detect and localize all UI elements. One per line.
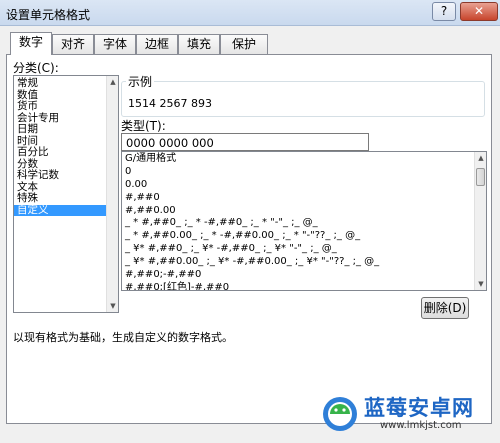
- format-code-item[interactable]: _ ¥* #,##0_ ;_ ¥* -#,##0_ ;_ ¥* "-"_ ;_ …: [122, 243, 486, 256]
- tab-fill[interactable]: 填充: [178, 34, 220, 54]
- format-code-item[interactable]: 0: [122, 166, 486, 179]
- format-list-scrollbar[interactable]: ▲ ▼: [474, 152, 486, 290]
- format-code-item[interactable]: _ * #,##0.00_ ;_ * -#,##0.00_ ;_ * "-"??…: [122, 230, 486, 243]
- format-code-item[interactable]: #,##0;[红色]-#,##0: [122, 282, 486, 290]
- tab-number[interactable]: 数字: [10, 32, 52, 55]
- scroll-up-icon[interactable]: ▲: [476, 153, 486, 163]
- description-text: 以现有格式为基础，生成自定义的数字格式。: [13, 331, 233, 344]
- watermark: 蓝莓安卓网 www.lmkjst.com: [318, 388, 500, 440]
- format-code-item[interactable]: #,##0: [122, 192, 486, 205]
- category-list[interactable]: 常规 数值 货币 会计专用 日期 时间 百分比 分数 科学记数 文本 特殊 自定义 ▲ ▼: [13, 75, 119, 313]
- sample-groupbox: 示例 1514 2567 893: [121, 73, 485, 117]
- category-scrollbar[interactable]: ▲ ▼: [106, 76, 118, 312]
- title-bar: 设置单元格格式 ? ✕: [0, 0, 500, 26]
- number-tab-panel: 分类(C): 常规 数值 货币 会计专用 日期 时间 百分比 分数 科学记数 文本 特殊 自定义 ▲ …: [6, 54, 492, 424]
- tab-alignment[interactable]: 对齐: [52, 34, 94, 54]
- format-code-item[interactable]: G/通用格式: [122, 153, 486, 166]
- category-item[interactable]: 常规: [14, 77, 118, 90]
- sample-value: 1514 2567 893: [128, 97, 212, 110]
- window-title: 设置单元格格式: [6, 8, 91, 22]
- format-code-item[interactable]: #,##0;-#,##0: [122, 269, 486, 282]
- scroll-down-icon[interactable]: ▼: [476, 279, 486, 289]
- format-code-item[interactable]: 0.00: [122, 179, 486, 192]
- close-button[interactable]: ✕: [460, 2, 498, 21]
- category-item[interactable]: 货币: [14, 100, 118, 113]
- category-label: 分类(C):: [13, 61, 59, 75]
- type-label: 类型(T):: [121, 119, 166, 133]
- sample-label: 示例: [126, 73, 155, 90]
- tab-font[interactable]: 字体: [94, 34, 136, 54]
- scroll-up-icon[interactable]: ▲: [108, 77, 118, 87]
- watermark-url: www.lmkjst.com: [380, 420, 462, 431]
- help-button[interactable]: ?: [432, 2, 456, 21]
- format-code-item[interactable]: #,##0.00: [122, 205, 486, 218]
- type-input[interactable]: 0000 0000 000: [121, 133, 369, 151]
- category-item[interactable]: 科学记数: [14, 169, 118, 182]
- delete-button[interactable]: 删除(D): [421, 297, 469, 319]
- format-code-item[interactable]: _ * #,##0_ ;_ * -#,##0_ ;_ * "-"_ ;_ @_: [122, 217, 486, 230]
- scroll-down-icon[interactable]: ▼: [108, 301, 118, 311]
- format-code-list[interactable]: G/通用格式 0 0.00 #,##0 #,##0.00 _ * #,##0_ ;_ * …: [121, 151, 487, 291]
- tab-border[interactable]: 边框: [136, 34, 178, 54]
- category-item[interactable]: 百分比: [14, 146, 118, 159]
- category-item[interactable]: 自定义: [14, 204, 118, 216]
- format-code-item[interactable]: _ ¥* #,##0.00_ ;_ ¥* -#,##0.00_ ;_ ¥* "-…: [122, 256, 486, 269]
- watermark-brand: 蓝莓安卓网: [364, 396, 474, 420]
- tab-protection[interactable]: 保护: [220, 34, 268, 54]
- category-item[interactable]: 日期: [14, 123, 118, 136]
- category-item[interactable]: 特殊: [14, 192, 118, 205]
- scroll-thumb[interactable]: [476, 168, 485, 186]
